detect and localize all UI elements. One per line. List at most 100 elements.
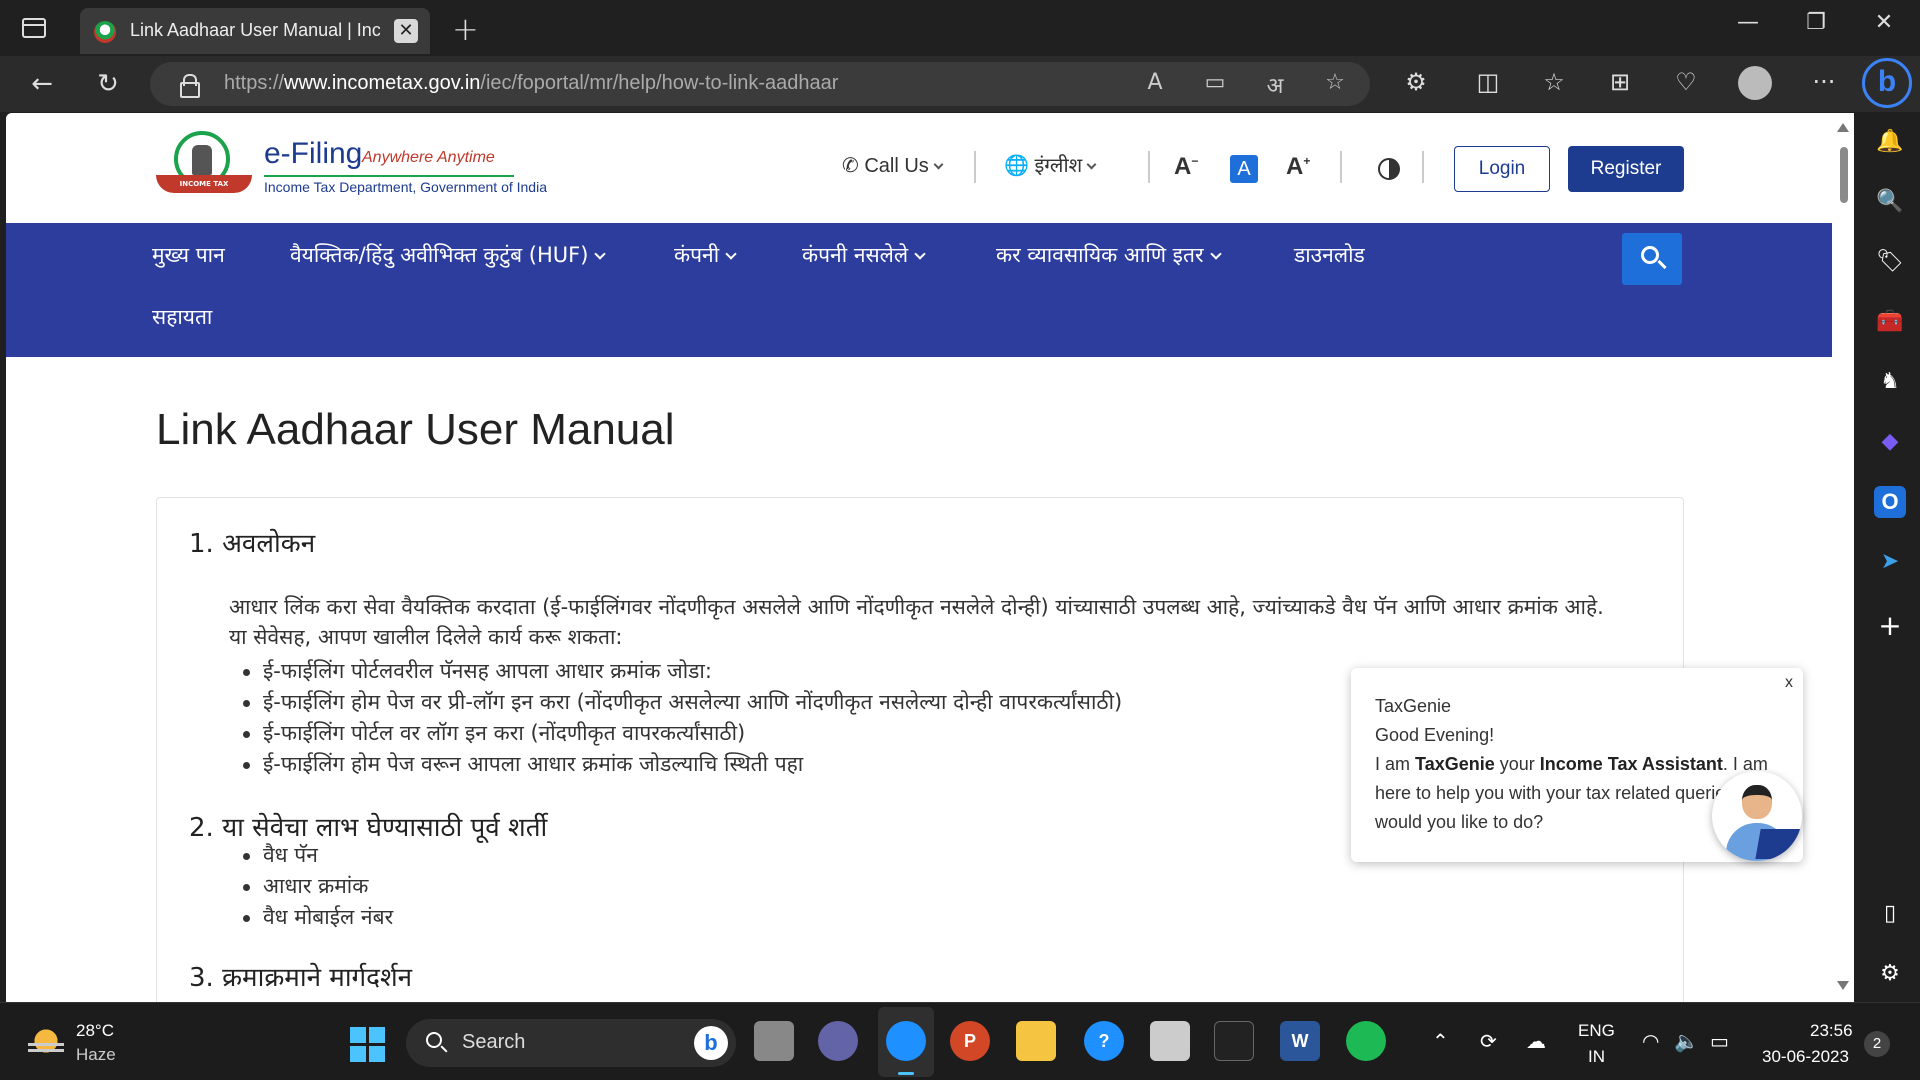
list-item: ई-फाईलिंग होम पेज वर प्री-लॉग इन करा (नो… bbox=[237, 687, 1122, 718]
language-indicator-bottom[interactable]: IN bbox=[1588, 1047, 1605, 1067]
list-item: आधार क्रमांक bbox=[237, 871, 393, 902]
file-explorer-icon[interactable] bbox=[1016, 1021, 1056, 1061]
taxgenie-name: TaxGenie bbox=[1375, 696, 1452, 716]
collections-icon[interactable]: ⊞ bbox=[1600, 68, 1640, 96]
increase-font-button[interactable]: A+ bbox=[1286, 153, 1310, 181]
browser-tab[interactable]: Link Aadhaar User Manual | Income Tax De… bbox=[80, 8, 430, 54]
close-popup-button[interactable]: x bbox=[1785, 674, 1793, 692]
favorite-star-icon[interactable]: ☆ bbox=[1318, 70, 1352, 95]
page-title: Link Aadhaar User Manual bbox=[156, 405, 675, 454]
url-text[interactable]: https://www.incometax.gov.in/iec/foporta… bbox=[224, 72, 838, 95]
minimize-button[interactable]: — bbox=[1728, 10, 1768, 35]
call-us-dropdown[interactable]: ✆ Call Us bbox=[842, 153, 944, 178]
copilot-bing-button[interactable]: b bbox=[1862, 58, 1912, 108]
battery-icon[interactable]: ▭ bbox=[1710, 1029, 1729, 1053]
split-screen-icon[interactable]: ◫ bbox=[1468, 68, 1508, 96]
scroll-thumb[interactable] bbox=[1840, 147, 1848, 203]
more-menu-icon[interactable]: ··· bbox=[1804, 68, 1844, 96]
chess-icon[interactable]: ♞ bbox=[1874, 366, 1906, 398]
mysql-icon[interactable] bbox=[1214, 1021, 1254, 1061]
restore-button[interactable]: ❐ bbox=[1796, 10, 1836, 35]
prerequisites-list: वैध पॅन आधार क्रमांक वैध मोबाईल नंबर bbox=[237, 840, 393, 933]
new-tab-button[interactable]: + bbox=[452, 10, 479, 48]
browser-essentials-icon[interactable]: ♡ bbox=[1666, 68, 1706, 96]
sync-icon[interactable]: ⟳ bbox=[1480, 1029, 1497, 1053]
nav-item-help[interactable]: सहायता bbox=[152, 303, 212, 331]
section-heading-step-by-step: 3. क्रमाक्रमाने मार्गदर्शन bbox=[189, 963, 413, 993]
income-tax-logo[interactable]: INCOME TAX DEPARTMENT bbox=[156, 131, 252, 206]
windows-start-button[interactable] bbox=[350, 1027, 386, 1063]
task-view-icon[interactable] bbox=[754, 1021, 794, 1061]
outlook-icon[interactable]: O bbox=[1874, 486, 1906, 518]
nav-item-company[interactable]: कंपनी bbox=[674, 241, 737, 269]
tab-title: Link Aadhaar User Manual | Income Tax De… bbox=[130, 20, 380, 40]
scroll-up-arrow-icon[interactable] bbox=[1837, 123, 1849, 132]
address-bar[interactable]: https://www.incometax.gov.in/iec/foporta… bbox=[150, 62, 1370, 106]
site-favicon-icon bbox=[94, 21, 116, 43]
copilot-icon[interactable]: ◆ bbox=[1874, 426, 1906, 458]
spotify-icon[interactable] bbox=[1346, 1021, 1386, 1061]
scroll-down-arrow-icon[interactable] bbox=[1837, 981, 1849, 990]
section-heading-prerequisites: 2. या सेवेचा लाभ घेण्यासाठी पूर्व शर्ती bbox=[189, 813, 548, 843]
register-button[interactable]: Register bbox=[1568, 146, 1684, 192]
nav-item-tax-professionals[interactable]: कर व्यावसायिक आणि इतर bbox=[996, 241, 1222, 269]
send-icon[interactable]: ➤ bbox=[1874, 546, 1906, 578]
nav-item-home[interactable]: मुख्य पान bbox=[152, 241, 225, 269]
weather-haze-icon[interactable] bbox=[28, 1023, 64, 1059]
page-scrollbar[interactable] bbox=[1832, 113, 1854, 1002]
taskbar-search-box[interactable]: Search b bbox=[406, 1019, 736, 1067]
read-aloud-icon[interactable]: A bbox=[1138, 70, 1172, 95]
normal-font-button[interactable]: A bbox=[1230, 155, 1258, 183]
call-us-label: Call Us bbox=[864, 155, 929, 177]
immersive-reader-icon[interactable]: ▭ bbox=[1198, 70, 1232, 95]
powerpoint-icon[interactable]: P bbox=[950, 1021, 990, 1061]
add-sidebar-app-icon[interactable]: + bbox=[1874, 610, 1906, 642]
search-icon[interactable]: 🔍 bbox=[1874, 186, 1906, 218]
extensions-icon[interactable]: ⚙ bbox=[1396, 68, 1436, 96]
edge-sidebar: 🔔 🔍 🏷 🧰 ♞ ◆ O ➤ + ▯ ⚙ bbox=[1860, 112, 1920, 1002]
nav-item-individual-huf[interactable]: वैयक्तिक/हिंदु अवीभिक्त कुटुंब (HUF) bbox=[290, 241, 607, 269]
teams-icon[interactable] bbox=[818, 1021, 858, 1061]
volume-icon[interactable]: 🔈 bbox=[1674, 1029, 1699, 1053]
favorites-icon[interactable]: ☆ bbox=[1534, 68, 1574, 96]
help-icon[interactable]: ? bbox=[1084, 1021, 1124, 1061]
language-dropdown[interactable]: 🌐 इंग्लीश bbox=[1004, 151, 1097, 178]
laptop-icon bbox=[1755, 829, 1801, 859]
hide-sidebar-icon[interactable]: ▯ bbox=[1874, 898, 1906, 930]
edge-icon[interactable] bbox=[886, 1021, 926, 1061]
sidebar-settings-icon[interactable]: ⚙ bbox=[1874, 958, 1906, 990]
taxgenie-avatar-button[interactable] bbox=[1712, 771, 1802, 861]
nav-item-downloads[interactable]: डाउनलोड bbox=[1294, 241, 1365, 269]
weather-temperature[interactable]: 28°C bbox=[76, 1021, 114, 1041]
close-tab-button[interactable]: ✕ bbox=[394, 19, 418, 43]
wifi-icon[interactable]: ◠ bbox=[1642, 1029, 1659, 1053]
translate-icon[interactable]: अ bbox=[1258, 70, 1292, 100]
contrast-toggle-icon[interactable] bbox=[1378, 158, 1400, 180]
weather-condition[interactable]: Haze bbox=[76, 1045, 116, 1065]
word-icon[interactable]: W bbox=[1280, 1021, 1320, 1061]
refresh-button[interactable]: ↻ bbox=[88, 68, 128, 100]
login-button[interactable]: Login bbox=[1454, 146, 1550, 192]
clock-time[interactable]: 23:56 bbox=[1810, 1021, 1853, 1041]
close-window-button[interactable]: ✕ bbox=[1864, 10, 1904, 35]
back-button[interactable]: ← bbox=[22, 68, 62, 100]
notepad-icon[interactable] bbox=[1150, 1021, 1190, 1061]
onedrive-cloud-icon[interactable]: ☁ bbox=[1526, 1029, 1546, 1053]
browser-tab-bar: Link Aadhaar User Manual | Income Tax De… bbox=[0, 0, 1920, 56]
decrease-font-button[interactable]: A− bbox=[1174, 153, 1198, 181]
efiling-brand-title[interactable]: e-Filing bbox=[264, 137, 362, 171]
language-indicator-top[interactable]: ENG bbox=[1578, 1021, 1615, 1041]
lock-icon[interactable] bbox=[180, 74, 200, 98]
nav-item-non-company[interactable]: कंपनी नसलेले bbox=[802, 241, 926, 269]
tab-actions-icon[interactable] bbox=[22, 18, 46, 38]
notification-count-badge[interactable]: 2 bbox=[1864, 1031, 1890, 1057]
toolbox-icon[interactable]: 🧰 bbox=[1874, 306, 1906, 338]
overview-paragraph: आधार लिंक करा सेवा वैयक्तिक करदाता (ई-फा… bbox=[229, 595, 1604, 649]
tag-icon[interactable]: 🏷 bbox=[1874, 246, 1906, 278]
tray-overflow-chevron-icon[interactable]: ⌃ bbox=[1432, 1029, 1449, 1053]
site-search-button[interactable] bbox=[1622, 233, 1682, 285]
bell-icon[interactable]: 🔔 bbox=[1874, 126, 1906, 158]
profile-avatar[interactable] bbox=[1738, 66, 1772, 100]
language-label: इंग्लीश bbox=[1034, 155, 1083, 177]
clock-date[interactable]: 30-06-2023 bbox=[1762, 1047, 1849, 1067]
